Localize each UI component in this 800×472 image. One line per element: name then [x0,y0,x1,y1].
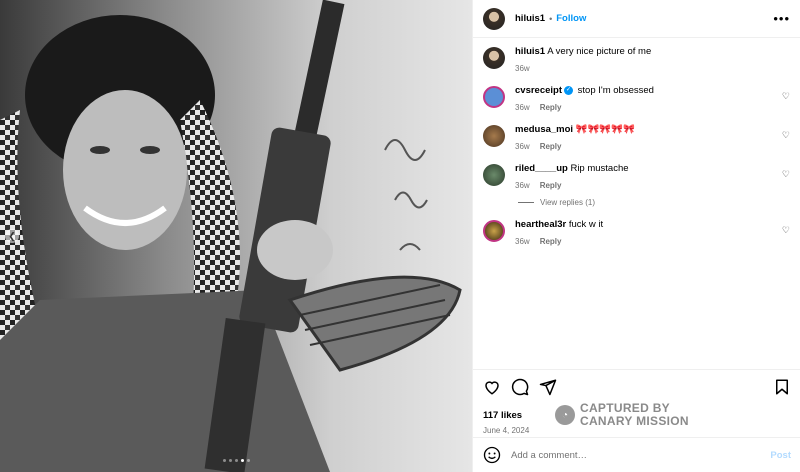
comment-time: 36w [515,237,530,246]
comment-avatar[interactable] [483,164,505,186]
carousel-dot [234,459,238,462]
like-comment-heart-icon[interactable]: ♡ [782,91,790,102]
comment-avatar[interactable] [483,220,505,242]
post-sidebar: hiluis1 • Follow ••• hiluis1 A very nice… [472,0,800,472]
comment-username[interactable]: cvsreceipt [515,85,562,96]
reply-button[interactable]: Reply [540,103,562,112]
carousel-dot [228,459,232,462]
comment-time: 36w [515,103,530,112]
chevron-left-icon: ❮ [8,230,16,241]
post-comment-button[interactable]: Post [770,450,791,461]
like-heart-icon[interactable] [483,378,501,396]
previous-media-button[interactable]: ❮ [5,229,19,243]
comment-time: 36w [515,181,530,190]
emoji-icon[interactable] [483,446,501,464]
comment-composer: Post [473,437,800,472]
comments-list: hiluis1 A very nice picture of me 36w cv… [473,38,800,246]
follow-button[interactable]: Follow [556,13,586,24]
comment-bubble-icon[interactable] [511,378,529,396]
comment-time: 36w [515,142,530,151]
caption-text: A very nice picture of me [547,46,652,57]
view-replies-button[interactable]: View replies (1) [518,198,790,207]
view-replies-line [518,202,534,203]
photo-illustration [0,0,472,472]
caption: hiluis1 A very nice picture of me 36w [483,46,790,73]
author-username[interactable]: hiluis1 [515,13,545,24]
share-paper-plane-icon[interactable] [539,378,557,396]
comment-item: cvsreceipt ✓ stop I'm obsessed 36w Reply … [483,85,790,112]
comment-avatar[interactable] [483,125,505,147]
comment-avatar[interactable] [483,86,505,108]
comment-text: fuck w it [568,219,604,230]
post-dialog: ❮ hiluis1 • Follow ••• hiluis1 A very ni… [0,0,800,472]
comment-text: Rip mustache [570,163,629,174]
reply-button[interactable]: Reply [540,237,562,246]
caption-username[interactable]: hiluis1 [515,46,545,57]
post-header: hiluis1 • Follow ••• [473,0,800,38]
author-avatar[interactable] [483,7,505,30]
more-options-icon[interactable]: ••• [773,12,790,25]
canary-logo-icon: ◔ [555,405,575,425]
carousel-dot [246,459,250,462]
add-comment-input[interactable] [511,449,771,461]
save-bookmark-icon[interactable] [773,378,791,396]
comment-item: medusa_moi 🎀🎀🎀🎀🎀 36w Reply ♡ [483,124,790,151]
comment-item: riled____up Rip mustache 36w Reply ♡ [483,163,790,190]
watermark: ◔ CAPTURED BY CANARY MISSION [555,402,689,428]
caption-time: 36w [515,64,530,73]
separator-dot: • [549,13,553,24]
watermark-line-2: CANARY MISSION [580,414,689,428]
comment-username[interactable]: heartheal3r [515,219,566,230]
verified-badge-icon: ✓ [564,85,574,95]
view-replies-label: View replies (1) [540,198,595,207]
like-comment-heart-icon[interactable]: ♡ [782,169,790,180]
comment-username[interactable]: riled____up [515,163,568,174]
comment-username[interactable]: medusa_moi [515,124,573,135]
post-image[interactable]: ❮ [0,0,472,472]
caption-avatar[interactable] [483,47,505,69]
comment-text: stop I'm obsessed [577,85,654,96]
like-comment-heart-icon[interactable]: ♡ [782,130,790,141]
comment-item: heartheal3r fuck w it 36w Reply ♡ [483,219,790,246]
reply-button[interactable]: Reply [540,142,562,151]
reply-button[interactable]: Reply [540,181,562,190]
carousel-dot [222,459,226,462]
carousel-indicator [0,459,472,462]
like-comment-heart-icon[interactable]: ♡ [782,225,790,236]
carousel-dot [240,459,244,462]
comment-text: 🎀🎀🎀🎀🎀 [575,124,635,135]
